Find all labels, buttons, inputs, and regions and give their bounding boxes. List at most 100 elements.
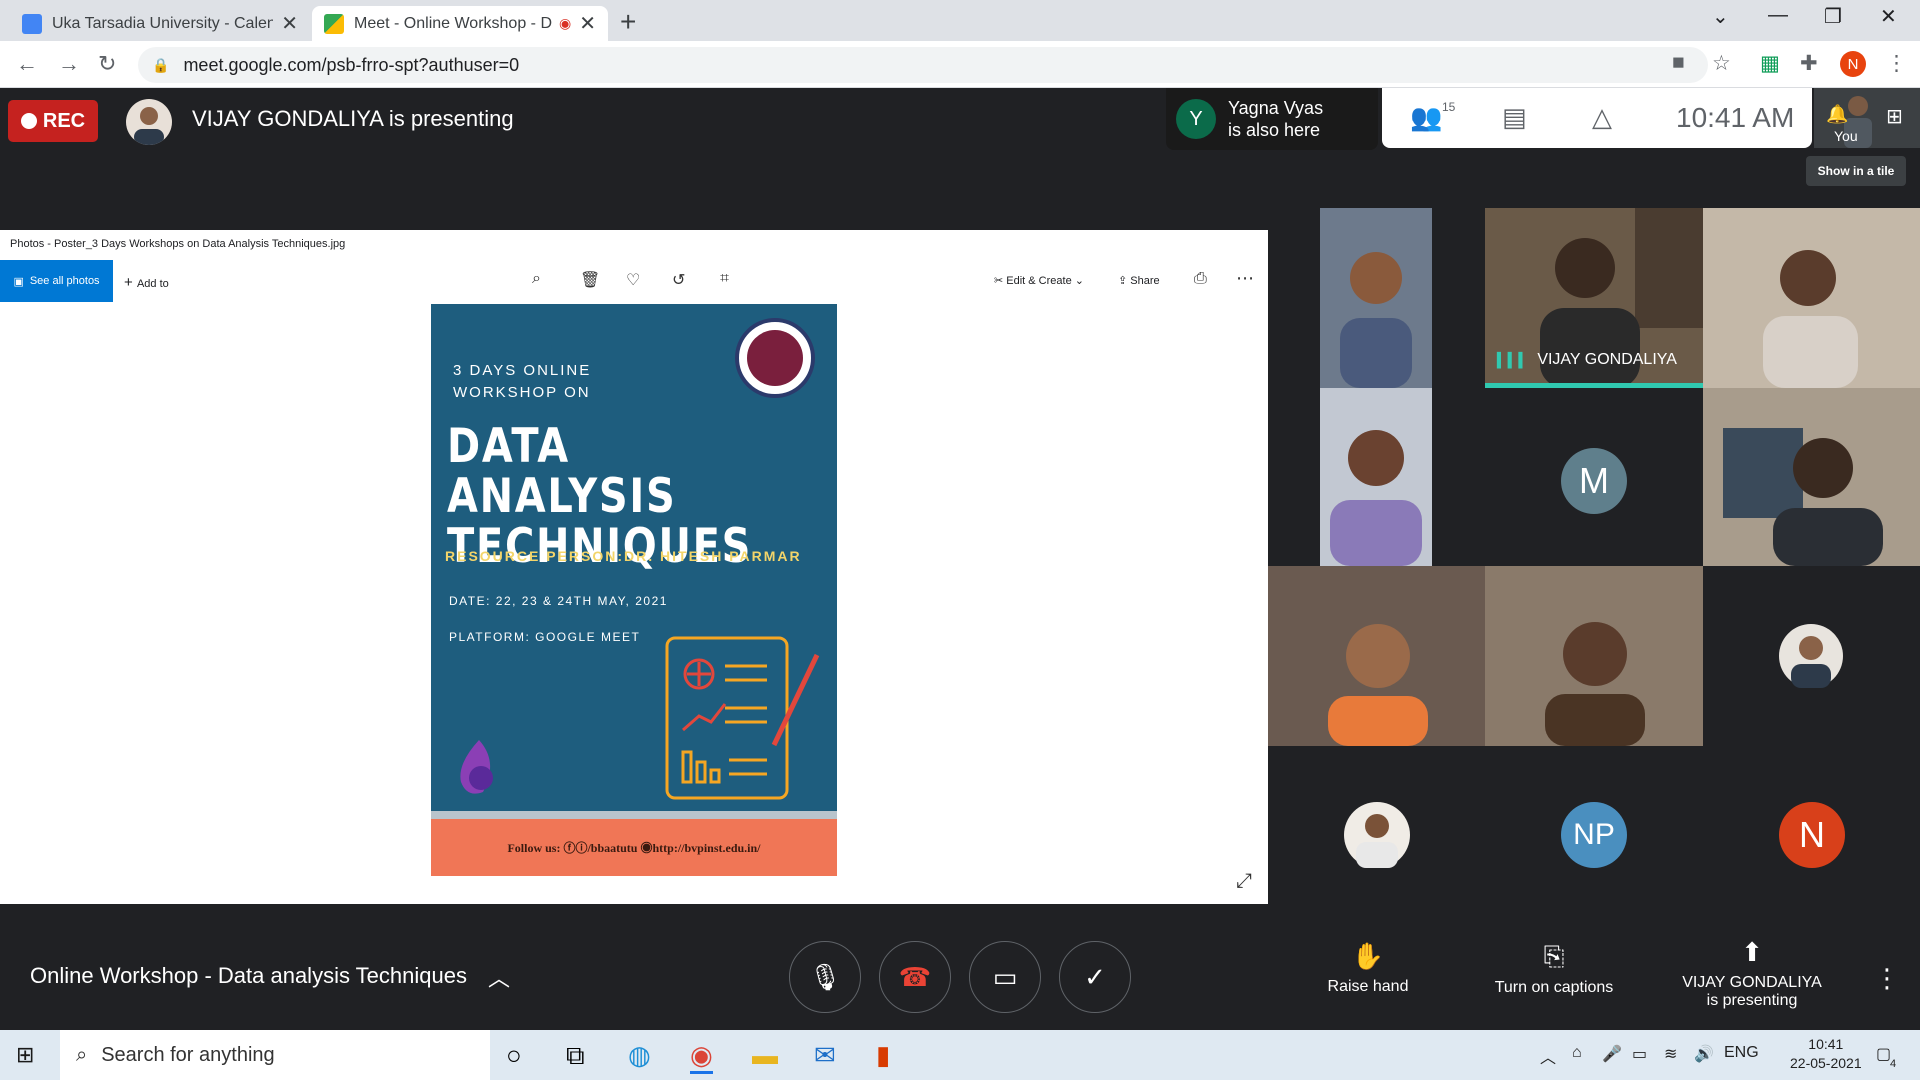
forward-icon[interactable]: → <box>58 51 80 77</box>
participant-tile[interactable] <box>1268 746 1485 923</box>
microphone-button[interactable]: 🎙 <box>789 941 861 1013</box>
presenting-banner: VIJAY GONDALIYA is presenting <box>192 106 514 131</box>
address-bar[interactable]: 🔒 meet.google.com/psb-frro-spt?authuser=… <box>138 47 1708 83</box>
crop-icon[interactable]: ⌗ <box>720 270 729 288</box>
see-all-photos-button[interactable]: ▣ See all photos <box>0 260 113 302</box>
star-icon[interactable]: ☆ <box>1712 51 1731 76</box>
office-icon[interactable]: ▮ <box>876 1040 890 1071</box>
zoom-icon[interactable]: ⌕ <box>532 270 541 288</box>
participant-tile[interactable] <box>1703 388 1920 566</box>
task-view-icon[interactable]: ⧉ <box>566 1040 585 1072</box>
wifi-icon[interactable]: ≋ <box>1664 1044 1677 1064</box>
participant-tile[interactable]: NP <box>1485 746 1703 923</box>
heart-icon[interactable]: ♡ <box>626 270 640 290</box>
language-indicator[interactable]: ENG <box>1724 1044 1759 1062</box>
participant-tile[interactable] <box>1703 566 1920 746</box>
tab-calendar[interactable]: Uka Tarsadia University - Calenda ✕ <box>10 6 310 41</box>
chevron-up-icon[interactable]: ︿ <box>1540 1044 1556 1068</box>
chevron-up-icon[interactable]: ︿ <box>488 961 510 993</box>
activities-icon[interactable]: △ <box>1592 102 1612 133</box>
file-explorer-icon[interactable]: ▬ <box>752 1040 778 1071</box>
photos-icon: ▣ <box>13 275 24 288</box>
chrome-icon[interactable]: ◉ <box>690 1040 713 1074</box>
microphone-icon[interactable]: 🎤 <box>1602 1044 1622 1064</box>
meeting-title[interactable]: Online Workshop - Data analysis Techniqu… <box>30 963 467 989</box>
plus-icon: + <box>124 274 137 291</box>
tooltip: Show in a tile <box>1806 156 1906 186</box>
mute-notification-icon[interactable]: 🔔 <box>1826 104 1848 125</box>
extensions-icon[interactable]: ✚ <box>1800 51 1818 76</box>
participant-tile[interactable] <box>1703 208 1920 388</box>
tab-search-icon[interactable]: ⌄ <box>1712 4 1729 29</box>
print-icon[interactable]: ⎙ <box>1194 270 1207 288</box>
self-label: You <box>1834 128 1858 144</box>
back-icon[interactable]: ← <box>16 51 38 77</box>
share-button[interactable]: ⇪ Share <box>1118 274 1160 287</box>
recording-icon: ◉ <box>559 15 572 31</box>
minimize-icon[interactable]: — <box>1768 4 1788 27</box>
participant-tile[interactable]: N <box>1703 746 1920 923</box>
participant-grid: ▍▍▍ VIJAY GONDALIYA M NP N <box>1268 208 1920 923</box>
tab-meet[interactable]: Meet - Online Workshop - D ◉ ✕ <box>312 6 608 41</box>
windows-start-icon[interactable]: ⊞ <box>16 1042 34 1068</box>
tile-view-icon[interactable]: ⊞ <box>1886 104 1903 129</box>
close-icon[interactable]: ✕ <box>281 11 298 36</box>
reload-icon[interactable]: ↻ <box>98 51 116 77</box>
participant-name-label: VIJAY GONDALIYA <box>1537 351 1677 368</box>
mail-icon[interactable]: ✉ <box>814 1040 836 1071</box>
avatar <box>1344 802 1410 868</box>
presenter-avatar <box>126 99 172 145</box>
new-tab-button[interactable]: + <box>620 6 636 38</box>
cortana-icon[interactable]: ○ <box>506 1040 522 1071</box>
close-window-icon[interactable]: ✕ <box>1880 4 1897 29</box>
notification-icon[interactable]: ▢ <box>1876 1044 1891 1064</box>
poster-subtitle: 3 DAYS ONLINE WORKSHOP ON <box>453 360 591 404</box>
sheets-icon[interactable]: ▦ <box>1760 51 1780 76</box>
participant-tile-speaking[interactable]: ▍▍▍ VIJAY GONDALIYA <box>1485 208 1703 388</box>
menu-icon[interactable]: ⋮ <box>1886 51 1907 76</box>
camera-icon[interactable]: ■ <box>1672 51 1685 75</box>
checkmark-button[interactable]: ✓ <box>1059 941 1131 1013</box>
raise-hand-button[interactable]: ✋ Raise hand <box>1318 941 1418 996</box>
participant-tile[interactable] <box>1268 566 1485 746</box>
record-dot-icon <box>20 113 37 129</box>
captions-button[interactable]: ⎘ Turn on captions <box>1480 941 1628 997</box>
close-icon[interactable]: ✕ <box>579 11 596 36</box>
meeting-controls-bar: Online Workshop - Data analysis Techniqu… <box>0 923 1920 1030</box>
people-icon[interactable]: 👥 <box>1410 102 1442 133</box>
network-device-icon[interactable]: ⌂ <box>1572 1044 1582 1062</box>
volume-icon[interactable]: 🔊 <box>1694 1044 1714 1064</box>
maximize-icon[interactable]: ❐ <box>1824 4 1842 29</box>
self-view-tile[interactable]: 🔔 ⊞ <box>1814 88 1920 148</box>
participant-tile[interactable] <box>1320 208 1432 388</box>
participant-video <box>1320 388 1432 566</box>
more-icon[interactable]: ⋯ <box>1236 268 1254 289</box>
poster-footer: Follow us: ⓕⓘ/bbaatutu ◉http://bvpinst.e… <box>431 819 837 876</box>
presenting-button[interactable]: ⬆ VIJAY GONDALIYA is presenting <box>1670 937 1834 1010</box>
taskbar-search[interactable]: ⌕ Search for anything <box>60 1030 490 1080</box>
resource-person: RESOURCE PERSON:DR. HITESH PARMAR <box>445 548 802 564</box>
fullscreen-icon[interactable]: ⤢ <box>1236 870 1252 893</box>
chat-icon[interactable]: ▤ <box>1502 102 1527 133</box>
edge-icon[interactable]: ◍ <box>628 1040 651 1071</box>
leave-call-button[interactable]: ☎ <box>879 941 951 1013</box>
rotate-icon[interactable]: ↺ <box>672 270 685 290</box>
edit-create-button[interactable]: ✂ Edit & Create ⌄ <box>994 274 1084 287</box>
add-to-label: Add to <box>136 278 169 290</box>
participant-tile[interactable] <box>1320 388 1432 566</box>
camera-button[interactable]: ▭ <box>969 941 1041 1013</box>
profile-avatar[interactable]: N <box>1840 51 1866 77</box>
hang-up-icon: ☎ <box>898 961 932 992</box>
taskbar-clock[interactable]: 10:41 22-05-2021 <box>1790 1035 1862 1073</box>
institute-logo <box>735 318 815 398</box>
delete-icon[interactable]: 🗑 <box>580 270 600 290</box>
university-logo <box>460 740 493 794</box>
avatar: Y <box>1176 99 1216 139</box>
also-here-name: Yagna Vyas <box>1228 98 1324 118</box>
shared-screen: Photos - Poster_3 Days Workshops on Data… <box>0 230 1268 904</box>
battery-icon[interactable]: ▭ <box>1632 1044 1647 1064</box>
participant-tile[interactable]: M <box>1485 388 1703 566</box>
add-to-button[interactable]: + Add to <box>124 274 169 291</box>
more-options-icon[interactable]: ⋮ <box>1874 963 1900 994</box>
participant-tile[interactable] <box>1485 566 1703 746</box>
